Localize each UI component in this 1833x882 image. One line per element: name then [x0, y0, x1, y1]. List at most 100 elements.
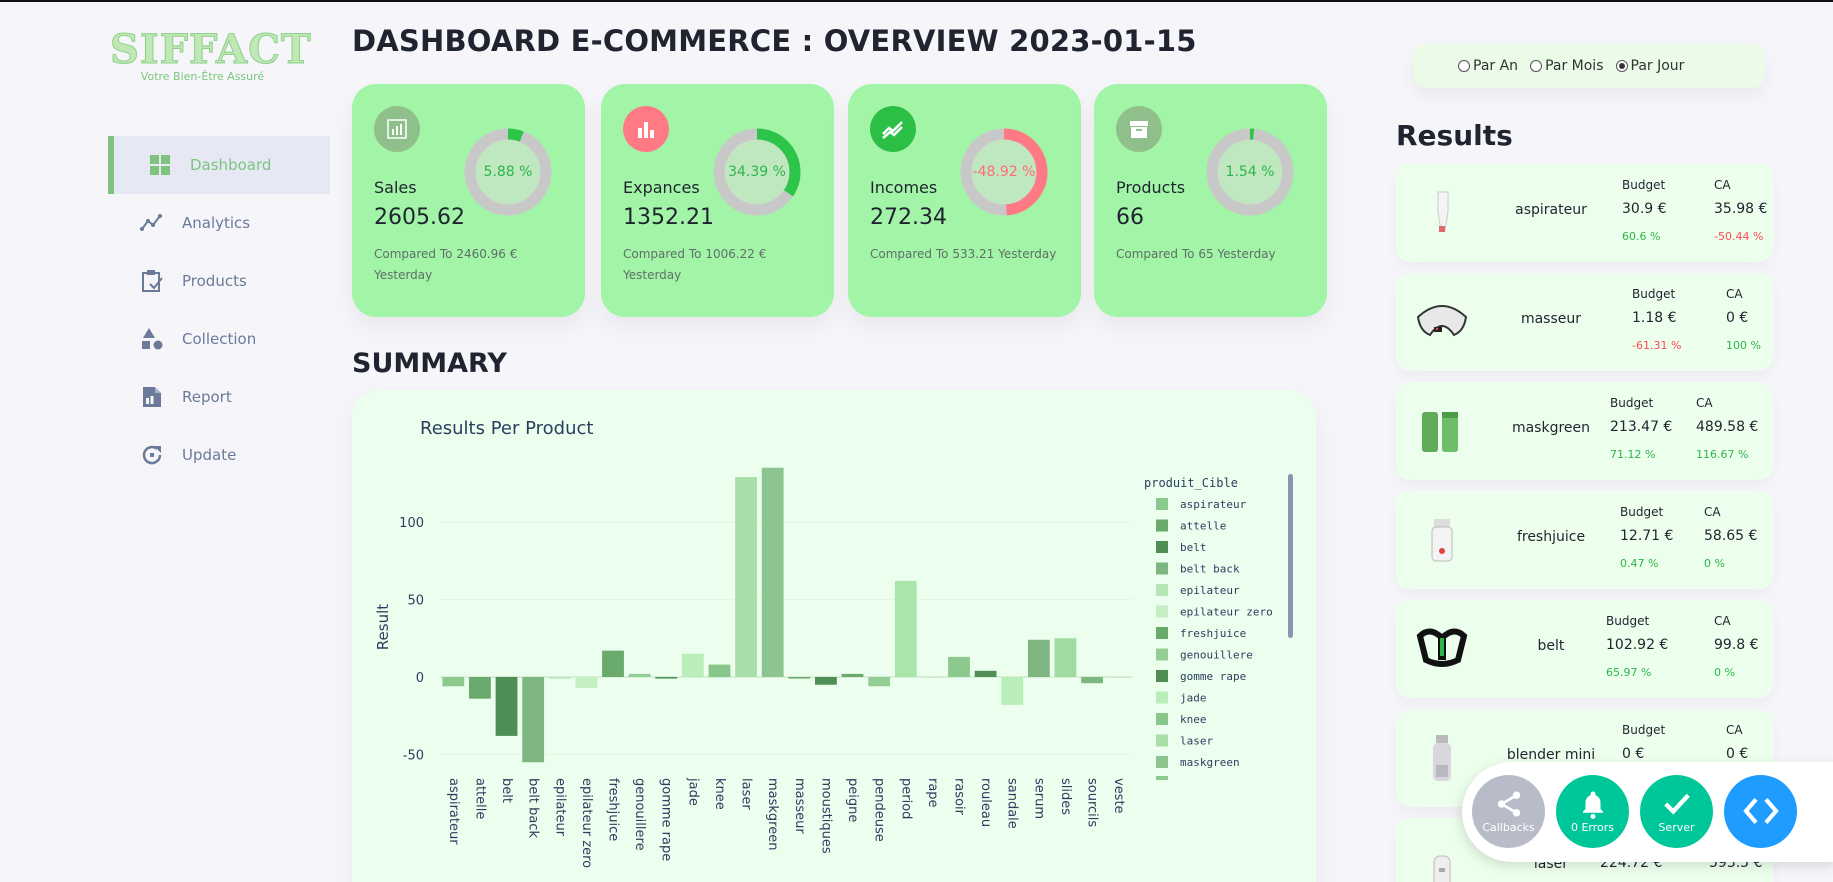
sidebar-item-label: Report: [182, 388, 232, 406]
sidebar-item-report[interactable]: Report: [108, 368, 330, 426]
budget-value: 0 €: [1622, 746, 1645, 762]
sidebar-item-label: Update: [182, 446, 237, 464]
kpi-card-incomes: -48.92 % Incomes 272.34 Compared To 533.…: [848, 84, 1081, 317]
code-brackets-icon: [1742, 797, 1779, 824]
budget-value: 213.47 €: [1610, 419, 1673, 435]
kpi-label: Products: [1116, 178, 1186, 197]
legend-entry: belt back: [1180, 563, 1240, 576]
x-tick-label: belt: [499, 778, 514, 803]
ca-header: CA: [1726, 287, 1743, 301]
product-name: freshjuice: [1516, 529, 1586, 545]
devtools-toggle-button[interactable]: [1724, 775, 1797, 848]
ca-header: CA: [1696, 396, 1713, 410]
result-card-aspirateur: aspirateur Budget CA 30.9 € 35.98 € 60.6…: [1396, 164, 1773, 262]
x-tick-label: slides: [1058, 778, 1073, 815]
kpi-card-sales: 5.88 % Sales 2605.62 Compared To 2460.96…: [352, 84, 585, 317]
radio-dot[interactable]: [1615, 60, 1628, 72]
bar-sandale: [1001, 677, 1024, 705]
devtools-bar: Callbacks 0 Errors Server: [1462, 762, 1833, 862]
bar-rasoir: [948, 656, 970, 677]
budget-percent: 65.97 %: [1606, 666, 1652, 679]
budget-header: Budget: [1632, 287, 1676, 301]
legend-swatch: [1156, 648, 1168, 661]
legend-entry: freshjuice: [1180, 627, 1246, 640]
grid-icon: [148, 153, 172, 177]
legend-entry: belt: [1180, 541, 1207, 554]
legend-swatch: [1156, 734, 1168, 747]
x-tick-label: rasoir: [952, 778, 967, 816]
callbacks-button[interactable]: Callbacks: [1472, 775, 1545, 848]
bar-genouillere: [628, 673, 651, 677]
ca-value: 0 €: [1726, 310, 1749, 326]
kpi-percent: -48.92 %: [972, 164, 1036, 180]
bar-freshjuice: [602, 650, 624, 677]
bar-serum: [1027, 639, 1050, 677]
result-card-maskgreen: maskgreen Budget CA 213.47 € 489.58 € 71…: [1396, 382, 1773, 480]
bar-belt-back: [522, 677, 545, 763]
kpi-compare: Compared To 2460.96 € Yesterday: [374, 247, 518, 282]
blender-product-image: [1433, 735, 1451, 781]
legend-swatch: [1156, 691, 1168, 704]
bar-aspirateur: [442, 677, 465, 687]
radio-par-mois[interactable]: Par Mois: [1530, 58, 1604, 74]
radio-label: Par Jour: [1630, 58, 1685, 74]
ca-header: CA: [1726, 723, 1743, 737]
legend-entry: epilateur zero: [1180, 606, 1273, 619]
kpi-value: 66: [1116, 205, 1144, 230]
kpi-value: 2605.62: [374, 205, 465, 230]
sidebar-item-analytics[interactable]: Analytics: [108, 194, 330, 252]
bar-chart-icon: [623, 106, 669, 152]
bar-epilateur-zero: [575, 677, 598, 688]
product-name: masseur: [1520, 311, 1582, 327]
radio-dot[interactable]: [1458, 60, 1470, 72]
ca-percent: 100 %: [1726, 339, 1761, 352]
ca-percent: 0 %: [1704, 557, 1725, 570]
product-name: belt: [1537, 638, 1565, 654]
archive-icon: [1116, 106, 1162, 152]
radio-par-jour[interactable]: Par Jour: [1615, 58, 1685, 74]
bar-chart-icon: [374, 106, 420, 152]
legend-swatch: [1156, 713, 1168, 725]
kpi-label: Expances: [623, 178, 700, 197]
server-button[interactable]: Server: [1640, 775, 1713, 848]
radio-par-an[interactable]: Par An: [1458, 58, 1518, 74]
x-tick-label: aspirateur: [446, 778, 461, 845]
share-icon: [1497, 791, 1520, 817]
budget-header: Budget: [1622, 178, 1666, 192]
x-tick-label: pendeuse: [872, 778, 887, 842]
sidebar-item-update[interactable]: Update: [108, 426, 330, 484]
budget-value: 1.18 €: [1632, 310, 1677, 326]
kpi-value: 1352.21: [623, 205, 714, 230]
x-tick-label: veste: [1111, 778, 1126, 814]
logo-text: SIFFACT: [110, 26, 312, 73]
product-name: maskgreen: [1511, 420, 1591, 436]
ca-value: 489.58 €: [1696, 419, 1759, 435]
x-tick-label: laser: [739, 778, 754, 810]
radio-dot[interactable]: [1530, 60, 1543, 72]
budget-percent: -61.31 %: [1632, 339, 1682, 352]
shapes-icon: [140, 327, 164, 351]
sidebar-item-collection[interactable]: Collection: [108, 310, 330, 368]
sidebar-item-products[interactable]: Products: [108, 252, 330, 310]
bar-knee: [708, 664, 731, 677]
kpi-compare: Compared To 65 Yesterday: [1116, 247, 1276, 261]
bar-moustiques: [815, 677, 837, 685]
errors-button[interactable]: 0 Errors: [1556, 775, 1629, 848]
chart-title: Results Per Product: [420, 418, 593, 439]
bar-peigne: [841, 673, 864, 677]
sidebar-item-dashboard[interactable]: Dashboard: [108, 136, 330, 194]
legend-swatch: [1156, 519, 1168, 532]
x-tick-label: genouillere: [632, 778, 647, 851]
x-tick-label: epilateur zero: [579, 778, 594, 868]
belt-product-image: [1416, 628, 1468, 667]
ca-value: 35.98 €: [1714, 201, 1768, 217]
x-tick-label: period: [898, 778, 913, 819]
trending-up-icon: [870, 106, 916, 152]
bell-icon: [1582, 791, 1603, 819]
refresh-icon: [140, 443, 164, 467]
legend-swatch: [1156, 584, 1168, 596]
summary-title: SUMMARY: [352, 348, 507, 379]
x-tick-label: attelle: [472, 778, 487, 819]
x-tick-label: rouleau: [978, 778, 993, 827]
bar-pendeuse: [868, 677, 891, 687]
